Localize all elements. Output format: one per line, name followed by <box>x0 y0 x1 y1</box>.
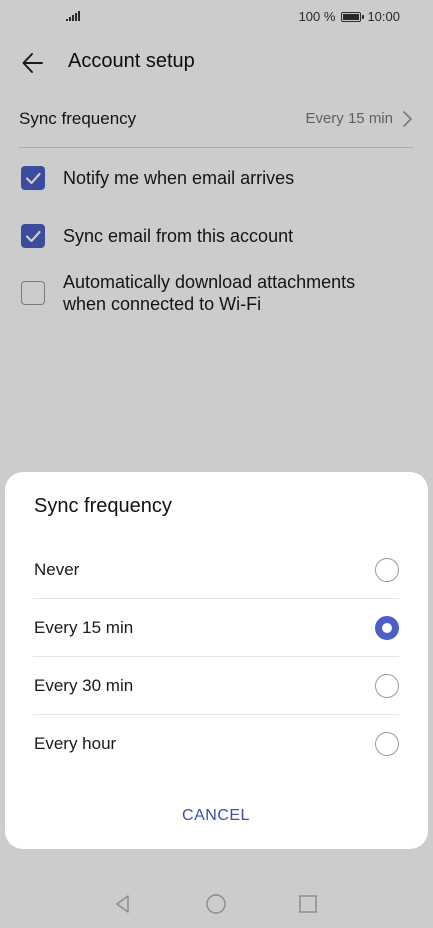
square-recents-icon <box>299 895 317 913</box>
option-every-30-min[interactable]: Every 30 min <box>33 657 399 715</box>
dialog-title: Sync frequency <box>34 495 172 517</box>
navigation-bar <box>0 880 433 928</box>
triangle-back-icon <box>116 895 129 913</box>
radio-button-selected[interactable] <box>375 616 399 640</box>
option-every-15-min[interactable]: Every 15 min <box>33 599 399 657</box>
radio-button[interactable] <box>375 674 399 698</box>
option-label: Every 15 min <box>34 618 134 637</box>
screen: 100 % 10:00 Account setup Sync frequency… <box>0 0 433 928</box>
option-never[interactable]: Never <box>33 541 399 599</box>
circle-home-icon <box>206 894 226 914</box>
cancel-button[interactable]: CANCEL <box>166 801 266 831</box>
option-label: Every 30 min <box>34 676 134 695</box>
option-label: Never <box>34 560 80 579</box>
radio-button[interactable] <box>375 732 399 756</box>
option-label: Every hour <box>34 734 117 753</box>
sync-frequency-dialog: Sync frequency Never Every 15 min Every … <box>5 472 428 849</box>
nav-recents-button[interactable] <box>296 892 320 916</box>
nav-home-button[interactable] <box>204 892 228 916</box>
nav-back-button[interactable] <box>111 892 135 916</box>
radio-button[interactable] <box>375 558 399 582</box>
option-every-hour[interactable]: Every hour <box>33 715 399 773</box>
